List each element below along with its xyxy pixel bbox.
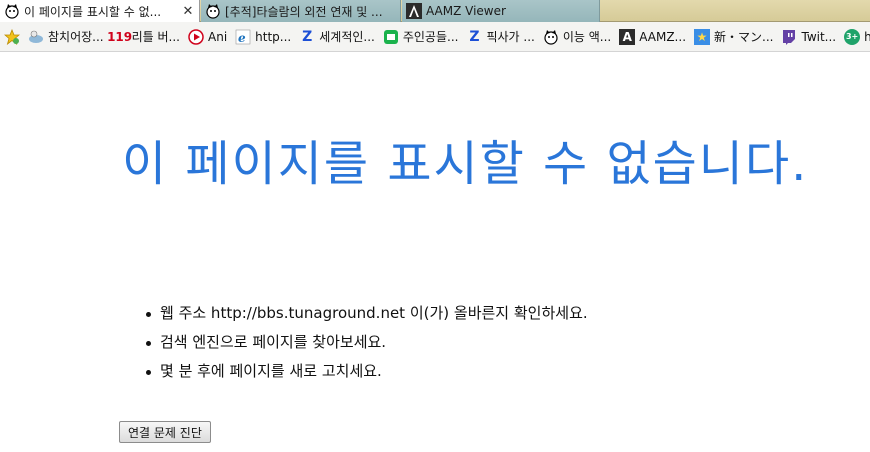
twitch-icon [781,29,797,45]
bookmark-label: AAMZ... [639,29,687,44]
bookmark-item[interactable]: 이능 액... [543,28,611,45]
green-box-icon [383,29,399,45]
119-icon: 119 [107,29,133,44]
star-icon: ★ [694,28,711,45]
ie-icon: e [235,29,251,45]
bookmark-label: 이능 액... [562,30,612,44]
bookmark-label: 주인공들... [402,30,459,44]
favorites-star-icon [4,28,20,45]
bookmark-label: 세계적인... [319,30,375,44]
bookmark-label: http... [255,29,292,44]
bookmark-item[interactable]: e http... [235,29,291,45]
bookmark-favorites-star[interactable] [4,28,24,45]
tab-close-button[interactable]: ✕ [181,4,195,19]
tab-active[interactable]: 이 페이지를 표시할 수 없... ✕ [0,0,200,22]
tab-inactive[interactable]: AAMZ Viewer [402,0,600,22]
error-title: 이 페이지를 표시할 수 없습니다. [122,136,809,192]
bookmark-item[interactable]: 3+ http [844,28,870,45]
bookmark-label: 픽사가 ... [486,30,535,44]
bookmark-item[interactable]: A AAMZ... [619,28,687,45]
green-circle-icon: 3+ [844,28,861,45]
aamz-logo-icon [406,3,422,19]
bookmark-item[interactable]: 주인공들... [383,28,459,45]
aamz-logo-icon: A [619,28,636,45]
bookmark-item[interactable]: Z 세계적인... [299,28,375,45]
tuna-icon [28,29,44,45]
bookmark-label: 新・マン... [714,30,774,44]
play-icon [188,28,204,45]
bookmark-item[interactable]: Ani [188,28,228,45]
cat-face-icon [4,3,20,19]
bookmark-label: Ani [208,29,228,44]
tab-label: 이 페이지를 표시할 수 없... [24,4,162,19]
tab-label: [추적]타슬람의 외전 연재 및 ... [225,4,383,19]
bookmark-item[interactable]: ★ 新・マン... [694,28,773,45]
suggestion-search-engine: 검색 엔진으로 페이지를 찾아보세요. [146,328,588,357]
bookmark-item[interactable]: 참치어장... [28,28,104,45]
page-content: 이 페이지를 표시할 수 없습니다. 웹 주소 http://bbs.tunag… [0,53,870,452]
bookmark-item[interactable]: 119 리틀 버... [107,28,180,45]
suggestion-check-address: 웹 주소 http://bbs.tunaground.net 이(가) 올바른지… [146,299,588,328]
suggestion-list: 웹 주소 http://bbs.tunaground.net 이(가) 올바른지… [146,299,588,386]
suggestion-refresh: 몇 분 후에 페이지를 새로 고치세요. [146,357,588,386]
bookmark-label: Twit... [801,29,837,44]
diagnose-connection-button[interactable]: 연결 문제 진단 [119,421,211,443]
bookmark-label: 리틀 버... [131,30,180,44]
z-icon: Z [469,28,480,45]
z-icon: Z [302,28,313,45]
cat-face-icon [205,3,221,19]
bookmark-label: 참치어장... [48,30,104,44]
tab-strip: 이 페이지를 표시할 수 없... ✕ [추적]타슬람의 외전 연재 및 ...… [0,0,870,22]
bookmark-item[interactable]: Z 픽사가 ... [466,28,534,45]
tab-label: AAMZ Viewer [426,4,506,18]
bookmark-label: http [864,30,870,44]
tab-inactive[interactable]: [추적]타슬람의 외전 연재 및 ... [201,0,401,22]
bookmark-item[interactable]: Twit... [781,29,836,45]
bookmarks-bar: 참치어장... 119 리틀 버... Ani e http... Z 세계적인… [0,22,870,52]
cat-face-icon [543,29,559,45]
svg-text:e: e [238,31,246,45]
